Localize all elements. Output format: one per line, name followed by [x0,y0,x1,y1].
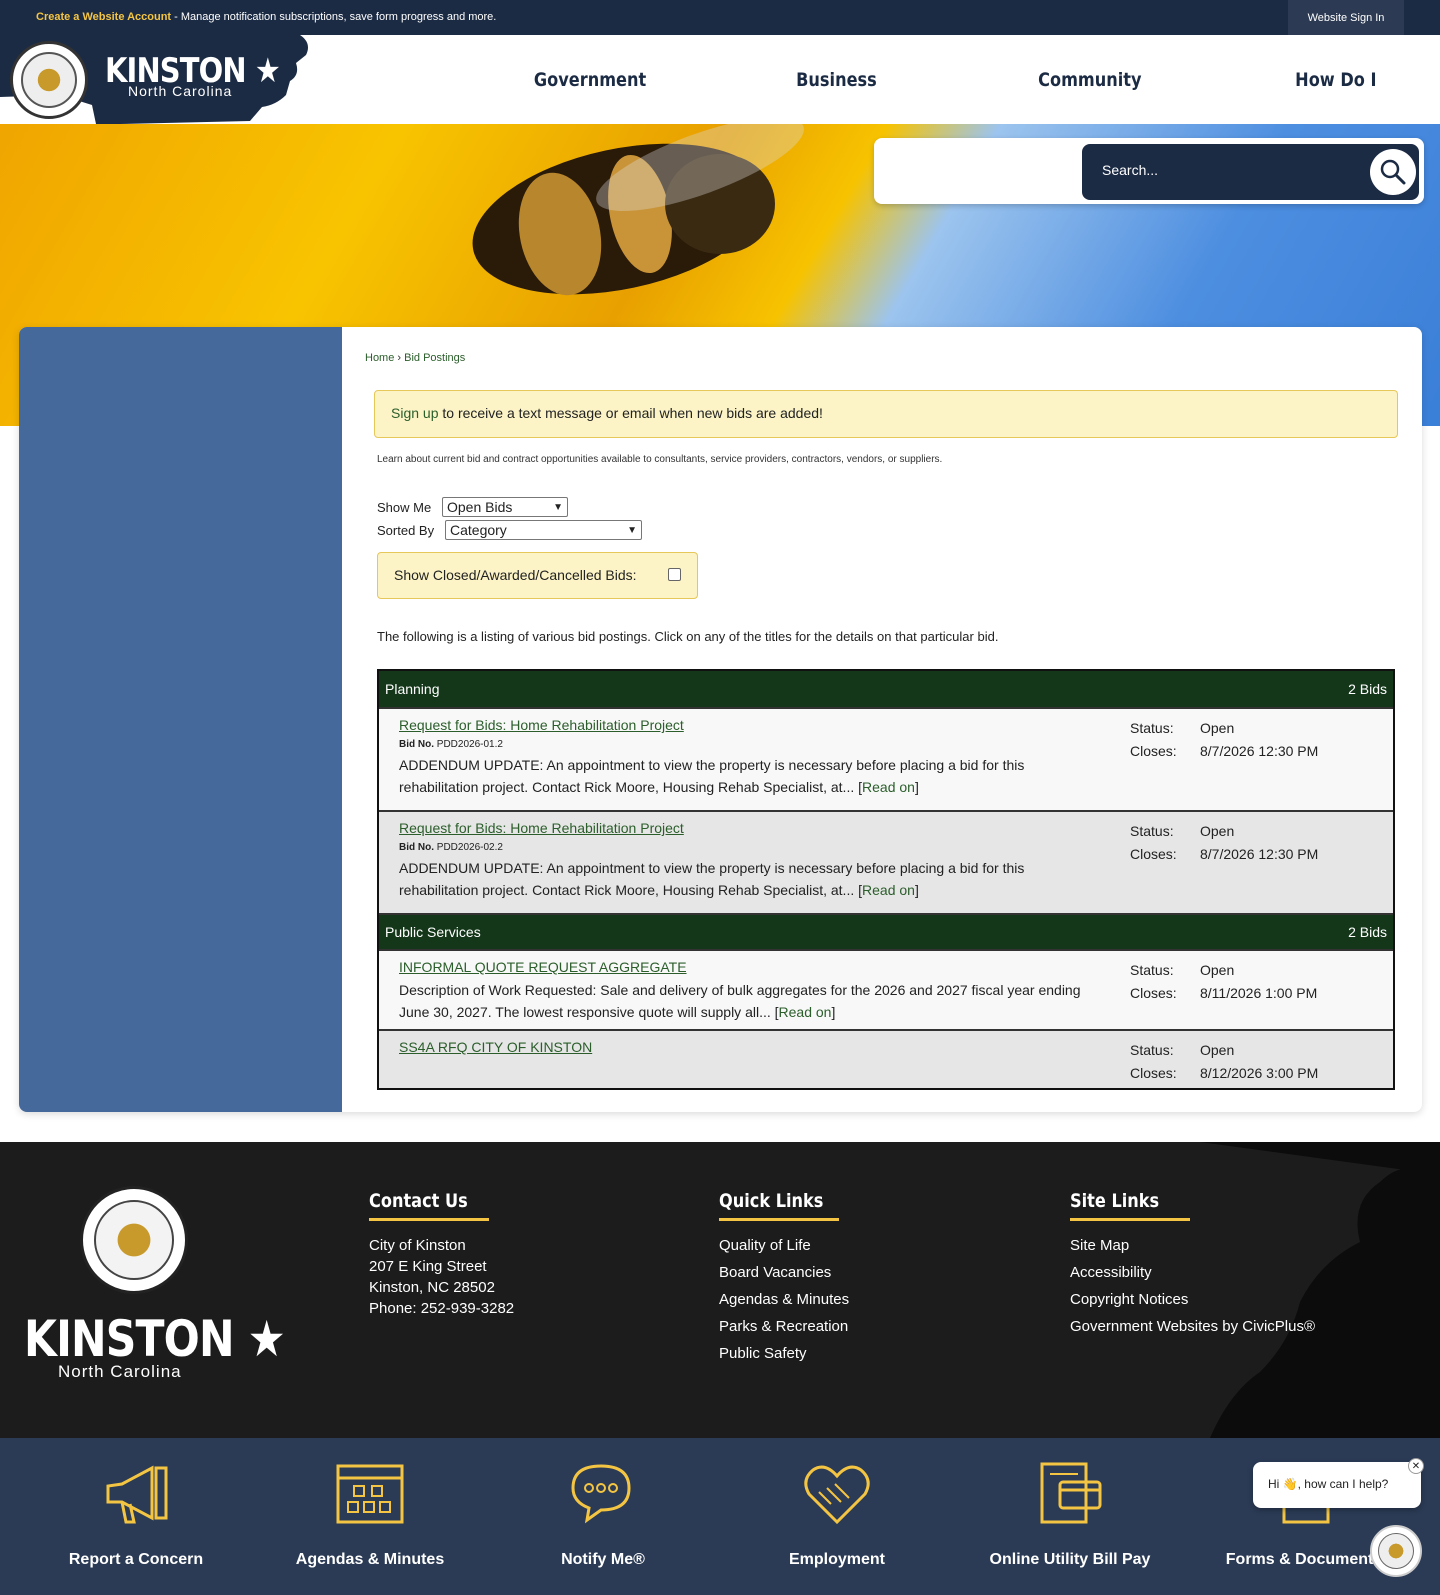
nav-business[interactable]: Business [789,35,884,124]
footer-link[interactable]: Accessibility [1070,1264,1315,1281]
breadcrumb: Home › Bid Postings [365,352,465,364]
bid-status: Status: Open Closes: 8/7/2026 12:30 PM [1130,720,1319,759]
footer-link[interactable]: Board Vacancies [719,1264,849,1281]
listing-description: The following is a listing of various bi… [377,629,999,644]
footer-link[interactable]: Site Map [1070,1237,1315,1254]
nav-community[interactable]: Community [1029,35,1151,124]
footer-link[interactable]: Quality of Life [719,1237,849,1254]
category-header: Planning 2 Bids [379,671,1393,707]
contact-heading: Contact Us [369,1190,468,1212]
footer-logo-subtitle: North Carolina [58,1362,182,1381]
create-account-link[interactable]: Create a Website Account [36,11,171,23]
chat-assistant-avatar[interactable] [1370,1525,1422,1577]
account-message-text: - Manage notification subscriptions, sav… [171,11,497,23]
search-button[interactable] [1370,149,1416,195]
online-utility-bill-pay-button[interactable]: Online Utility Bill Pay [970,1460,1170,1569]
show-closed-bids-box: Show Closed/Awarded/Cancelled Bids: [377,552,698,599]
read-on-link[interactable]: Read on [862,882,915,898]
sorted-by-label: Sorted By [377,523,435,538]
nav-how-do-i[interactable]: How Do I [1288,35,1384,124]
footer-site-links: Site Links Site Map Accessibility Copyri… [1070,1190,1315,1335]
handshake-heart-icon [804,1465,870,1525]
account-bar: Create a Website Account - Manage notifi… [0,0,1440,35]
nav-government[interactable]: Government [524,35,656,124]
bid-status: Status: Open Closes: 8/7/2026 12:30 PM [1130,823,1319,862]
search-input[interactable]: Search... [1082,144,1419,200]
contact-line: Kinston, NC 28502 [369,1279,495,1296]
bids-table: Planning 2 Bids Request for Bids: Home R… [377,669,1395,1090]
contact-line: 207 E King Street [369,1258,487,1275]
quick-links-heading: Quick Links [719,1190,824,1212]
bid-description: Description of Work Requested: Sale and … [399,982,1081,1020]
intro-text: Learn about current bid and contract opp… [377,454,943,465]
chat-bubbles-icon [571,1464,631,1524]
search-icon [1380,159,1406,185]
show-me-select[interactable]: Open Bids ▼ [442,497,568,517]
sorted-by-select[interactable]: Category ▼ [445,520,642,540]
breadcrumb-current[interactable]: Bid Postings [404,352,465,364]
category-name: Public Services [385,924,481,940]
sign-up-link[interactable]: Sign up [391,405,438,421]
notify-me-button[interactable]: Notify Me® [503,1460,703,1569]
bill-pay-icon [1040,1462,1102,1524]
footer-city-seal [80,1186,188,1294]
report-a-concern-button[interactable]: Report a Concern [36,1460,236,1569]
logo-subtitle: North Carolina [128,83,233,99]
show-me-label: Show Me [377,500,432,515]
show-closed-label: Show Closed/Awarded/Cancelled Bids: [394,567,637,583]
bid-status: Status: Open Closes: 8/12/2026 3:00 PM [1130,1042,1319,1081]
breadcrumb-home[interactable]: Home [365,352,394,364]
category-name: Planning [385,681,440,697]
footer-logo-title: KINSTON ★ [24,1310,286,1368]
bid-item: INFORMAL QUOTE REQUEST AGGREGATE Descrip… [379,949,1393,1029]
footer-link[interactable]: Government Websites by CivicPlus® [1070,1318,1315,1335]
megaphone-icon [106,1465,168,1524]
footer-link[interactable]: Agendas & Minutes [719,1291,849,1308]
sidebar [19,327,342,1112]
city-seal-logo[interactable] [10,41,88,119]
bid-description: ADDENDUM UPDATE: An appointment to view … [399,757,1025,795]
heading-underline [719,1218,839,1221]
calendar-icon [336,1464,404,1524]
contact-phone: Phone: 252-939-3282 [369,1300,515,1317]
footer-quick-links: Quick Links Quality of Life Board Vacanc… [719,1190,849,1362]
read-on-link[interactable]: Read on [862,779,915,795]
account-message: Create a Website Account - Manage notifi… [36,11,496,23]
site-links-heading: Site Links [1070,1190,1160,1212]
employment-button[interactable]: Employment [737,1460,937,1569]
contact-line: City of Kinston [369,1237,466,1254]
read-on-link[interactable]: Read on [779,1004,832,1020]
bid-status: Status: Open Closes: 8/11/2026 1:00 PM [1130,962,1318,1001]
signup-alert-text: to receive a text message or email when … [438,405,823,421]
bid-description: ADDENDUM UPDATE: An appointment to view … [399,860,1025,898]
footer-link[interactable]: Copyright Notices [1070,1291,1315,1308]
site-header: KINSTON ★ North Carolina Government Busi… [0,35,1440,124]
heading-underline [1070,1218,1190,1221]
chevron-down-icon: ▼ [627,524,637,536]
close-icon[interactable]: ✕ [1408,1458,1424,1474]
footer-link[interactable]: Public Safety [719,1345,849,1362]
breadcrumb-separator: › [394,352,405,364]
footer-link[interactable]: Parks & Recreation [719,1318,849,1335]
website-sign-in-button[interactable]: Website Sign In [1288,0,1404,35]
bid-item: SS4A RFQ CITY OF KINSTON Status: Open Clo… [379,1029,1393,1088]
category-count: 2 Bids [1348,924,1387,940]
bid-item: Request for Bids: Home Rehabilitation Pr… [379,810,1393,913]
show-closed-checkbox[interactable] [668,568,681,581]
bid-item: Request for Bids: Home Rehabilitation Pr… [379,707,1393,810]
category-header: Public Services 2 Bids [379,913,1393,949]
footer-contact: Contact Us City of Kinston 207 E King St… [369,1190,514,1317]
category-count: 2 Bids [1348,681,1387,697]
heading-underline [369,1218,489,1221]
agendas-minutes-button[interactable]: Agendas & Minutes [270,1460,470,1569]
signup-alert: Sign up to receive a text message or ema… [374,390,1398,438]
chevron-down-icon: ▼ [553,501,563,513]
chat-greeting-bubble[interactable]: Hi 👋, how can I help? [1253,1462,1421,1508]
